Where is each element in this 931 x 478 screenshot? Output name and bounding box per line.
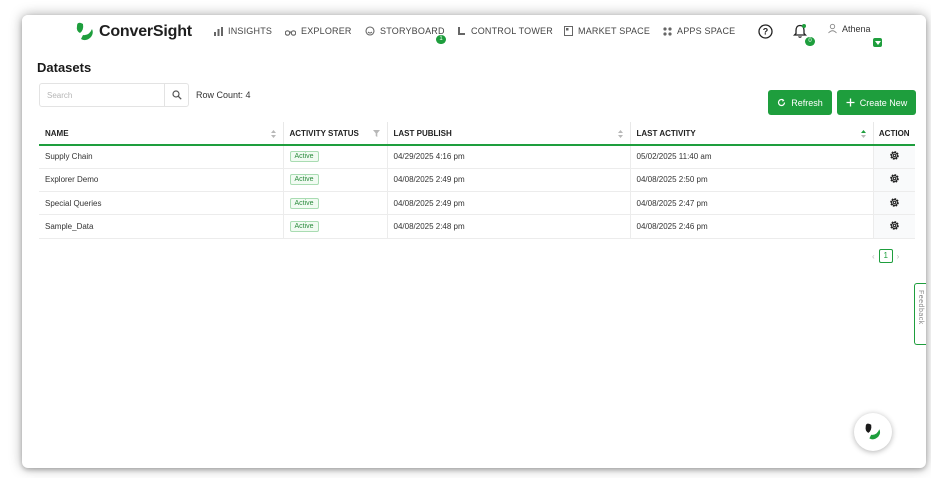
user-avatar-icon — [827, 23, 838, 34]
help-circle-icon[interactable]: ? — [758, 24, 773, 44]
gear-icon[interactable] — [889, 197, 900, 208]
search-icon — [172, 90, 182, 100]
sort-active-icon[interactable] — [860, 130, 866, 140]
status-cell: Active — [282, 214, 387, 239]
table-row[interactable]: Special Queries Active 04/08/2025 2:49 p… — [39, 191, 915, 216]
nav-insights[interactable]: INSIGHTS — [214, 26, 272, 36]
column-header-action: ACTION — [872, 122, 915, 146]
top-navigation-bar: ConverSight INSIGHTS EXPLORER STORYBOARD… — [22, 15, 926, 49]
brand-name: ConverSight — [99, 23, 192, 40]
dataset-name[interactable]: Sample_Data — [39, 214, 283, 239]
create-new-label: Create New — [859, 97, 908, 108]
storyboard-icon — [365, 26, 375, 36]
notification-count-badge: 0 — [805, 37, 815, 46]
conversight-logo-icon — [74, 21, 96, 43]
table-row[interactable]: Supply Chain Active 04/29/2025 4:16 pm 0… — [39, 145, 915, 169]
sort-icon[interactable] — [617, 130, 623, 140]
tower-icon — [457, 26, 466, 36]
storyboard-badge: 1 — [436, 35, 446, 44]
nav-label: MARKET SPACE — [578, 26, 651, 36]
action-cell — [872, 168, 915, 193]
user-menu[interactable]: Athena — [827, 23, 871, 34]
chevron-left-icon[interactable]: ‹ — [872, 252, 875, 261]
app-window: ConverSight INSIGHTS EXPLORER STORYBOARD… — [22, 15, 926, 468]
nav-apps-space[interactable]: APPS SPACE — [663, 26, 735, 36]
nav-market-space[interactable]: MARKET SPACE — [564, 26, 650, 36]
last-publish: 04/08/2025 2:48 pm — [386, 214, 630, 239]
status-cell: Active — [282, 145, 387, 169]
feedback-tab[interactable]: Feedback — [914, 283, 926, 345]
last-publish: 04/08/2025 2:49 pm — [386, 191, 630, 216]
search-box — [39, 83, 189, 107]
nav-label: CONTROL TOWER — [471, 26, 553, 36]
feedback-label: Feedback — [917, 290, 924, 325]
nav-storyboard[interactable]: STORYBOARD — [365, 26, 445, 36]
assistant-chat-button[interactable] — [854, 413, 892, 451]
status-cell: Active — [282, 191, 387, 216]
gear-icon[interactable] — [889, 173, 900, 184]
nav-label: INSIGHTS — [228, 26, 273, 36]
chevron-right-icon[interactable]: › — [897, 252, 900, 261]
table-header-row: NAME ACTIVITY STATUS LAST PUBLISH LAST A… — [39, 122, 915, 146]
action-cell — [872, 191, 915, 216]
brand-logo[interactable]: ConverSight — [74, 21, 192, 43]
column-label: NAME — [45, 128, 69, 138]
dataset-name[interactable]: Explorer Demo — [39, 168, 283, 193]
binoculars-icon — [285, 27, 296, 36]
filter-icon[interactable] — [372, 130, 380, 139]
dataset-name[interactable]: Supply Chain — [39, 145, 283, 169]
action-cell — [872, 145, 915, 169]
search-input[interactable] — [40, 84, 165, 106]
apps-grid-icon — [663, 26, 672, 36]
refresh-label: Refresh — [791, 97, 823, 108]
create-new-button[interactable]: Create New — [837, 90, 916, 115]
plus-icon — [846, 98, 855, 107]
dataset-name[interactable]: Special Queries — [39, 191, 283, 216]
status-badge: Active — [289, 174, 319, 186]
last-activity: 04/08/2025 2:47 pm — [629, 191, 873, 216]
table-row[interactable]: Explorer Demo Active 04/08/2025 2:49 pm … — [39, 168, 915, 193]
conversight-logo-icon — [863, 422, 883, 447]
last-publish: 04/08/2025 2:49 pm — [386, 168, 630, 193]
sort-icon[interactable] — [270, 130, 276, 140]
column-label: LAST PUBLISH — [393, 128, 452, 138]
nav-label: STORYBOARD — [380, 26, 445, 36]
table-row[interactable]: Sample_Data Active 04/08/2025 2:48 pm 04… — [39, 214, 915, 239]
search-button[interactable] — [164, 84, 188, 106]
refresh-button[interactable]: Refresh — [768, 90, 832, 115]
nav-explorer[interactable]: EXPLORER — [285, 26, 352, 36]
column-header-last-publish[interactable]: LAST PUBLISH — [386, 122, 630, 146]
bar-chart-icon — [214, 26, 223, 36]
nav-control-tower[interactable]: CONTROL TOWER — [457, 26, 553, 36]
refresh-icon — [777, 98, 786, 107]
svg-text:?: ? — [763, 27, 769, 37]
column-header-activity-status[interactable]: ACTIVITY STATUS — [282, 122, 387, 146]
row-count: Row Count: 4 — [196, 90, 251, 100]
chevron-down-icon[interactable] — [873, 38, 882, 47]
column-label: LAST ACTIVITY — [636, 128, 696, 138]
pagination: ‹ 1 › — [872, 249, 899, 263]
datasets-table: NAME ACTIVITY STATUS LAST PUBLISH LAST A… — [39, 122, 915, 239]
nav-label: APPS SPACE — [677, 26, 736, 36]
status-cell: Active — [282, 168, 387, 193]
nav-label: EXPLORER — [301, 26, 352, 36]
action-cell — [872, 214, 915, 239]
market-icon — [564, 26, 573, 36]
column-label: ACTIVITY STATUS — [289, 128, 359, 138]
status-badge: Active — [289, 151, 319, 163]
column-label: ACTION — [878, 128, 910, 138]
column-header-name[interactable]: NAME — [39, 122, 283, 146]
page-title: Datasets — [37, 60, 92, 75]
page-number-button[interactable]: 1 — [878, 249, 893, 263]
status-badge: Active — [289, 197, 319, 209]
user-name: Athena — [842, 23, 871, 34]
last-activity: 05/02/2025 11:40 am — [629, 145, 873, 169]
gear-icon[interactable] — [889, 150, 900, 161]
column-header-last-activity[interactable]: LAST ACTIVITY — [629, 122, 873, 146]
last-publish: 04/29/2025 4:16 pm — [386, 145, 630, 169]
last-activity: 04/08/2025 2:50 pm — [629, 168, 873, 193]
status-badge: Active — [289, 221, 319, 233]
last-activity: 04/08/2025 2:46 pm — [629, 214, 873, 239]
gear-icon[interactable] — [889, 220, 900, 231]
